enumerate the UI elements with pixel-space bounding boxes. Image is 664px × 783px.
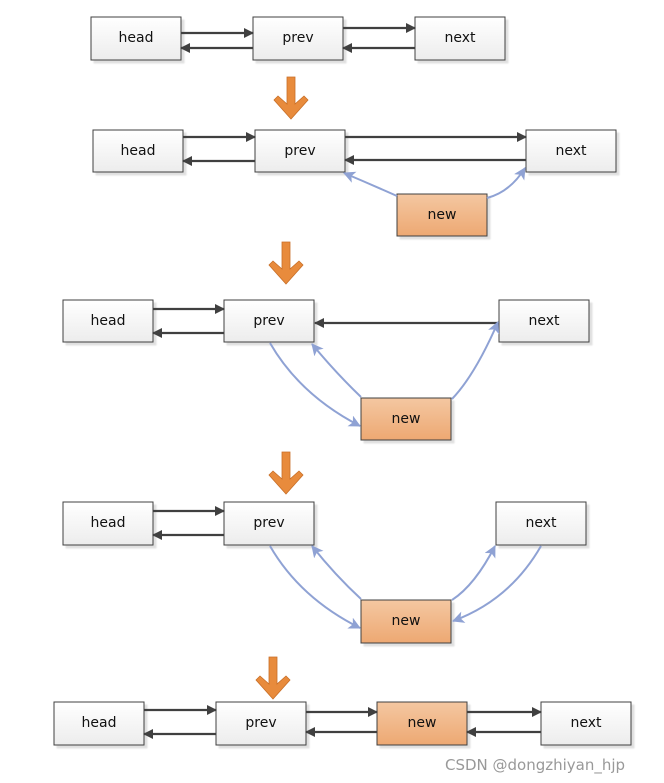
link-new-to-next <box>486 167 526 199</box>
node-head: head <box>92 129 184 173</box>
link-prev-to-new <box>269 342 361 427</box>
node-prev: prev <box>223 501 315 546</box>
stage-4: head prev next new <box>62 501 587 644</box>
svg-text:prev: prev <box>245 715 276 731</box>
svg-text:new: new <box>392 613 421 629</box>
node-next: next <box>498 299 590 343</box>
link-new-to-prev <box>311 545 362 600</box>
link-prev-to-new <box>269 545 361 629</box>
svg-text:prev: prev <box>253 313 284 329</box>
svg-text:new: new <box>428 207 457 223</box>
step-arrow-icon <box>273 76 309 120</box>
node-head: head <box>62 299 154 343</box>
node-new: new <box>360 599 452 644</box>
svg-text:prev: prev <box>253 515 284 531</box>
link-new-to-prev <box>343 171 398 197</box>
node-next: next <box>525 129 617 173</box>
link-new-to-next <box>451 545 496 601</box>
step-arrow-icon <box>268 451 304 495</box>
svg-text:next: next <box>555 143 587 159</box>
stage-5: head prev new next <box>53 701 632 746</box>
svg-text:head: head <box>119 30 154 46</box>
step-arrow-icon <box>268 241 304 285</box>
svg-text:next: next <box>525 515 557 531</box>
svg-text:next: next <box>528 313 560 329</box>
stage-3: head prev next new <box>62 299 590 441</box>
svg-text:next: next <box>570 715 602 731</box>
node-head: head <box>62 501 154 546</box>
svg-text:prev: prev <box>284 143 315 159</box>
link-new-to-prev <box>311 343 362 398</box>
svg-text:head: head <box>121 143 156 159</box>
svg-text:next: next <box>444 30 476 46</box>
node-prev: prev <box>215 701 307 746</box>
link-new-to-next <box>451 321 500 400</box>
node-new: new <box>396 193 488 237</box>
node-head: head <box>90 16 182 61</box>
watermark: CSDN @dongzhiyan_hjp <box>445 756 625 775</box>
node-prev: prev <box>223 299 315 343</box>
stage-1: head prev next <box>90 16 506 61</box>
svg-text:prev: prev <box>282 30 313 46</box>
svg-text:new: new <box>392 411 421 427</box>
node-new: new <box>360 397 452 441</box>
link-next-to-new <box>452 545 542 623</box>
node-next: next <box>540 701 632 746</box>
node-prev: prev <box>252 16 344 61</box>
svg-text:head: head <box>91 515 126 531</box>
node-next: next <box>414 16 506 61</box>
svg-text:new: new <box>408 715 437 731</box>
node-prev: prev <box>254 129 346 173</box>
linked-list-insert-diagram: head prev next head prev next new head p… <box>53 16 632 775</box>
node-new: new <box>376 701 468 746</box>
step-arrow-icon <box>255 656 291 700</box>
node-next: next <box>495 501 587 546</box>
node-head: head <box>53 701 145 746</box>
svg-text:head: head <box>91 313 126 329</box>
svg-text:head: head <box>82 715 117 731</box>
stage-2: head prev next new <box>92 129 617 237</box>
